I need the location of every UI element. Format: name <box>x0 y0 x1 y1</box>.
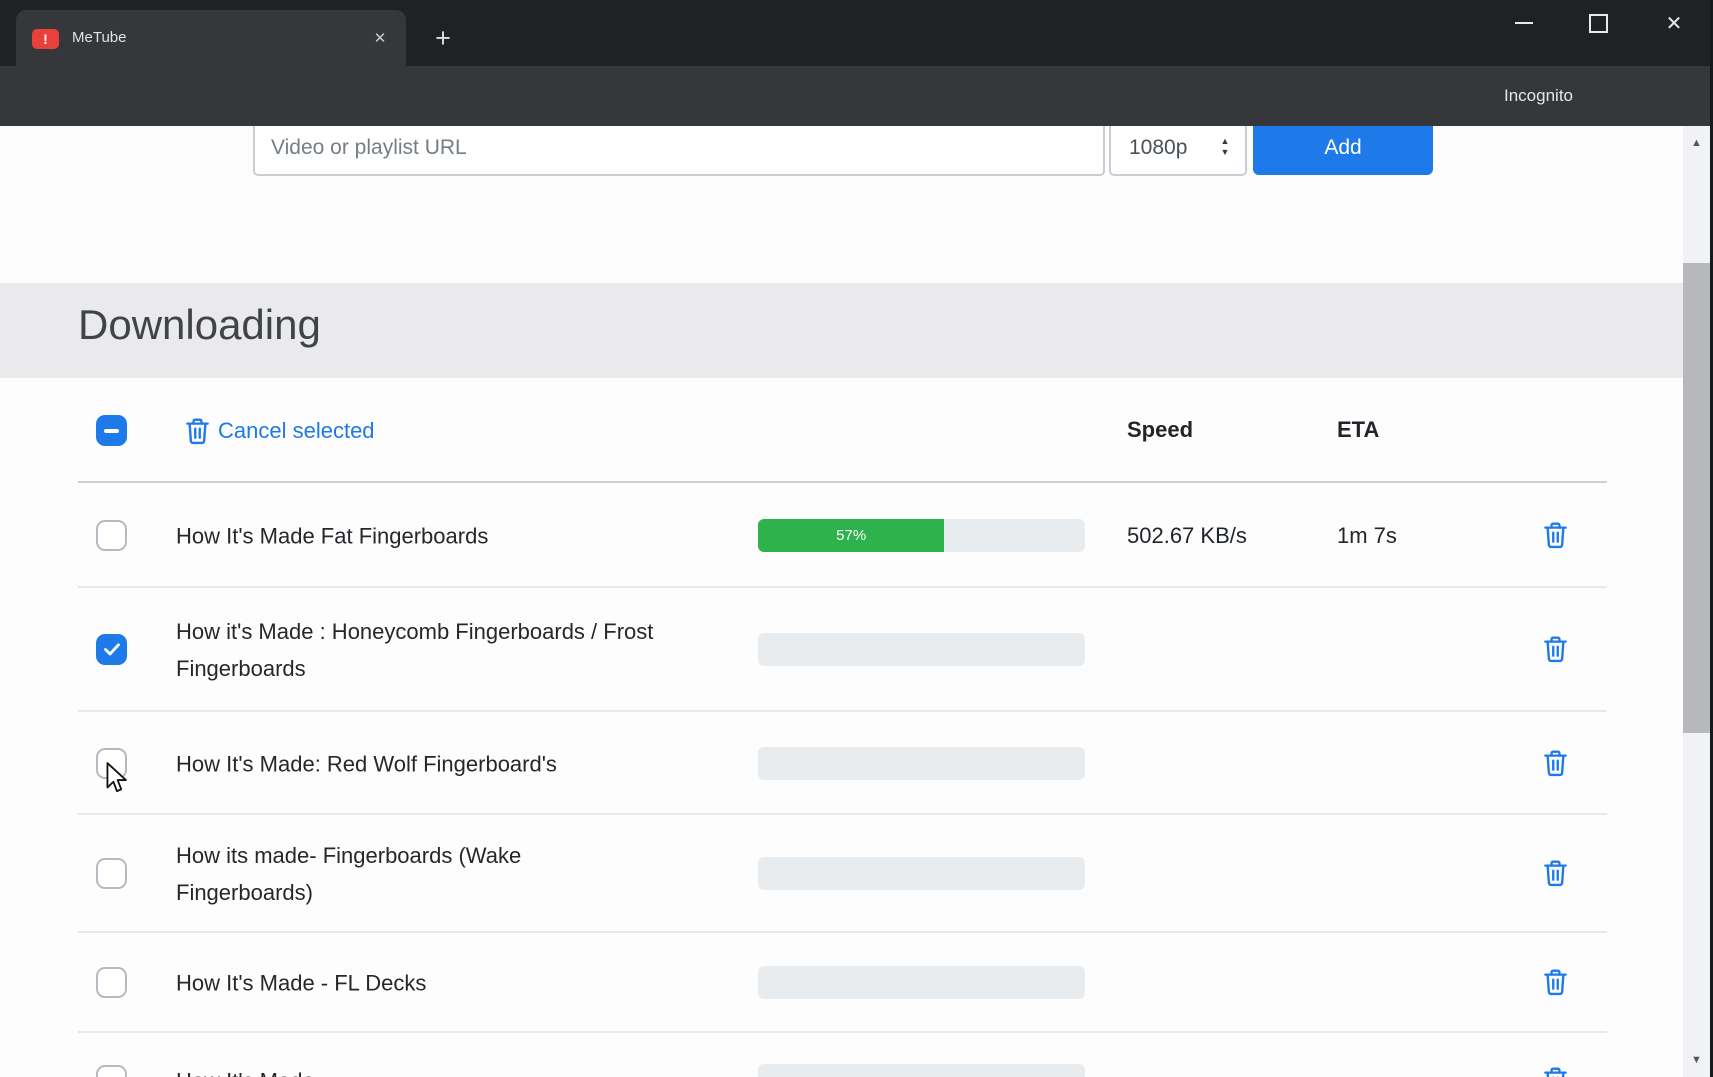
window-minimize-button[interactable] <box>1501 0 1547 46</box>
row-title: How It's Made Fat Fingerboards <box>176 517 656 554</box>
row-trash-icon[interactable] <box>1542 967 1569 998</box>
minimize-icon <box>1515 22 1533 24</box>
window-maximize-button[interactable] <box>1575 0 1621 46</box>
row-progress-track <box>758 966 1085 999</box>
incognito-label: Incognito <box>1504 66 1573 126</box>
cancel-selected-trash-icon[interactable] <box>184 416 211 447</box>
indeterminate-icon <box>98 417 125 444</box>
row-trash-icon[interactable] <box>1542 748 1569 779</box>
row-checkbox[interactable] <box>96 748 127 779</box>
download-row: How It's Made - FL Decks <box>0 933 1713 1033</box>
row-checkbox[interactable] <box>96 858 127 889</box>
download-row: How it's Made : Honeycomb Fingerboards /… <box>0 588 1713 712</box>
selection-header-row: Cancel selected Speed ETA <box>0 378 1713 483</box>
row-progress-track <box>758 857 1085 890</box>
row-progress-track <box>758 1064 1085 1077</box>
page-scrollbar[interactable]: ▲ ▼ <box>1683 126 1710 1077</box>
section-title: Downloading <box>78 301 321 349</box>
metube-page: 1080p ▲ ▼ Add Downloading Cancel selecte… <box>0 126 1713 1077</box>
row-speed: 502.67 KB/s <box>1127 523 1247 549</box>
add-button[interactable]: Add <box>1253 126 1433 175</box>
download-row: How its made- Fingerboards (Wake Fingerb… <box>0 815 1713 933</box>
tab-close-icon[interactable]: ✕ <box>368 27 392 51</box>
row-eta: 1m 7s <box>1337 523 1397 549</box>
row-trash-icon[interactable] <box>1542 1065 1569 1077</box>
cancel-selected-link[interactable]: Cancel selected <box>218 378 375 483</box>
row-title: How its made- Fingerboards (Wake Fingerb… <box>176 837 656 911</box>
download-row: How It's Made <box>0 1033 1713 1077</box>
select-all-checkbox[interactable] <box>96 415 127 446</box>
eta-column-header: ETA <box>1337 378 1379 481</box>
row-title: How It's Made: Red Wolf Fingerboard's <box>176 745 656 782</box>
download-list: How It's Made Fat Fingerboards 57% 502.6… <box>0 483 1713 1077</box>
download-row: How It's Made: Red Wolf Fingerboard's <box>0 712 1713 815</box>
row-checkbox[interactable] <box>96 967 127 998</box>
video-url-input[interactable] <box>253 126 1105 176</box>
row-progress-track <box>758 633 1085 666</box>
row-checkbox[interactable] <box>96 1065 127 1077</box>
downloading-section-header: Downloading <box>0 283 1683 378</box>
quality-select[interactable]: 1080p ▲ ▼ <box>1109 126 1247 176</box>
row-title: How It's Made <box>176 1063 656 1077</box>
row-title: How It's Made - FL Decks <box>176 965 656 1002</box>
row-checkbox[interactable] <box>96 520 127 551</box>
row-trash-icon[interactable] <box>1542 520 1569 551</box>
window-close-button[interactable]: ✕ <box>1651 0 1697 46</box>
row-trash-icon[interactable] <box>1542 634 1569 665</box>
browser-toolbar: ← → ↻ ⓘ localhost:8081 ☆ Incognito ⋮ <box>0 66 1713 126</box>
download-row: How It's Made Fat Fingerboards 57% 502.6… <box>0 483 1713 588</box>
progress-label: 57% <box>836 527 866 544</box>
speed-column-header: Speed <box>1127 378 1193 481</box>
row-trash-icon[interactable] <box>1542 858 1569 889</box>
row-title: How it's Made : Honeycomb Fingerboards /… <box>176 613 656 687</box>
select-arrows-icon: ▲ ▼ <box>1219 136 1231 158</box>
row-progress-track: 57% <box>758 519 1085 552</box>
progress-fill: 57% <box>758 519 944 552</box>
browser-tab-metube[interactable]: ! MeTube ✕ <box>16 10 406 66</box>
row-progress-track <box>758 747 1085 780</box>
metube-favicon-icon: ! <box>32 29 59 49</box>
tab-strip: ! MeTube ✕ + ✕ <box>0 0 1713 66</box>
maximize-icon <box>1589 14 1608 33</box>
check-icon <box>98 636 125 663</box>
scrollbar-thumb[interactable] <box>1683 263 1710 733</box>
quality-value: 1080p <box>1129 126 1187 174</box>
scrollbar-up-icon[interactable]: ▲ <box>1683 126 1710 160</box>
scrollbar-down-icon[interactable]: ▼ <box>1683 1043 1710 1077</box>
new-tab-button[interactable]: + <box>428 24 458 54</box>
row-checkbox[interactable] <box>96 634 127 665</box>
tab-title: MeTube <box>72 10 126 66</box>
